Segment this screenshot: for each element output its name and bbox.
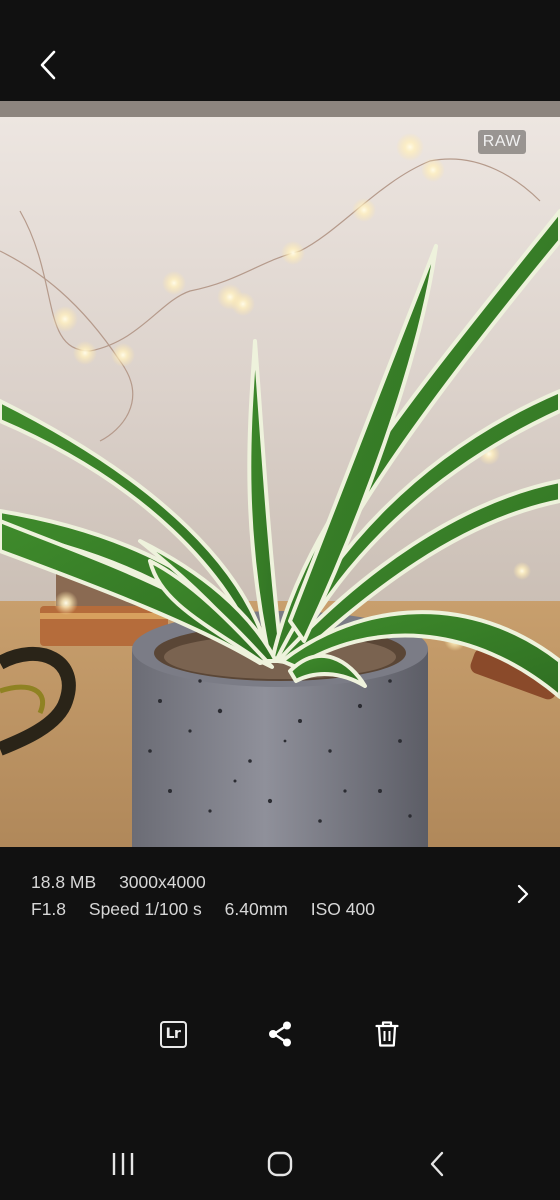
resolution: 3000x4000 (119, 872, 206, 892)
back-button[interactable] (28, 45, 68, 85)
home-icon (267, 1151, 293, 1177)
lightroom-button[interactable]: Lr (153, 1014, 193, 1054)
share-button[interactable] (260, 1014, 300, 1054)
raw-badge: RAW (477, 130, 526, 154)
exposure-info-row: F1.8 Speed 1/100 s 6.40mm ISO 400 (31, 896, 491, 923)
lightroom-icon: Lr (159, 1020, 187, 1048)
shutter-speed: Speed 1/100 s (88, 899, 202, 919)
photo-preview[interactable] (0, 101, 560, 847)
focal-length: 6.40mm (224, 899, 288, 919)
chevron-right-icon (517, 884, 529, 904)
file-info-row: 18.8 MB 3000x4000 (31, 869, 491, 896)
share-icon (269, 1021, 291, 1047)
photo-viewer-screen: RAW 18.8 MB 3000x4000 F1.8 Speed 1/100 s… (0, 0, 560, 1200)
top-app-bar (0, 0, 560, 101)
iso: ISO 400 (310, 899, 375, 919)
details-button[interactable] (508, 878, 538, 910)
delete-button[interactable] (367, 1014, 407, 1054)
back-icon (430, 1151, 444, 1177)
photo-info[interactable]: 18.8 MB 3000x4000 F1.8 Speed 1/100 s 6.4… (31, 869, 491, 923)
system-back-button[interactable] (415, 1144, 459, 1184)
trash-icon (375, 1021, 399, 1047)
recent-apps-button[interactable] (101, 1144, 145, 1184)
chevron-left-icon (40, 50, 56, 80)
home-button[interactable] (258, 1144, 302, 1184)
plant-photo (0, 101, 560, 847)
aperture: F1.8 (31, 899, 67, 919)
recent-apps-icon (112, 1153, 134, 1175)
file-size: 18.8 MB (31, 872, 97, 892)
